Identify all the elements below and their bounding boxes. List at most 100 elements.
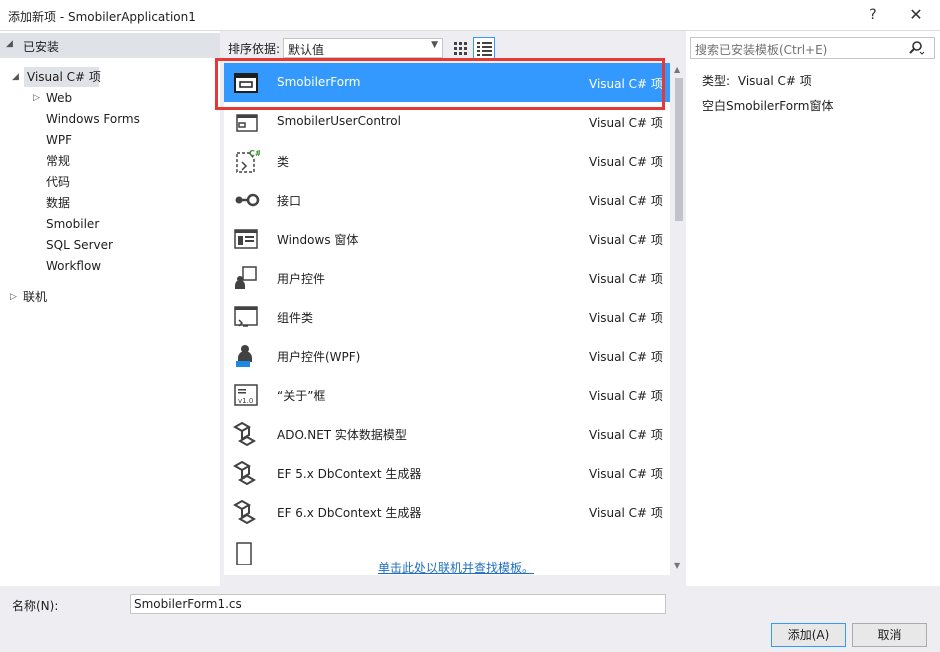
installed-node[interactable]: ◢ 已安装 (0, 33, 220, 58)
grid-view-button[interactable] (449, 37, 471, 59)
template-name: SmobilerUserControl (277, 114, 401, 128)
tree-item-label: 常规 (46, 154, 71, 168)
tree-item-label: Web (46, 91, 73, 105)
template-language: Visual C# 项 (589, 272, 663, 286)
template-row[interactable]: 用户控件 Visual C# 项 (224, 258, 670, 297)
template-name: 用户控件(WPF) (277, 350, 361, 364)
tree-item-label: WPF (46, 133, 73, 147)
sort-select[interactable]: 默认值 ▼ (283, 38, 443, 58)
template-language: Visual C# 项 (589, 194, 663, 208)
type-label: 类型: (702, 74, 731, 88)
template-language: Visual C# 项 (589, 155, 663, 169)
data-model-icon (232, 499, 257, 525)
tree-item-label: SQL Server (46, 238, 113, 252)
tree-item-general[interactable]: 常规 (46, 151, 70, 171)
search-icon[interactable] (907, 40, 925, 59)
template-panel: 排序依据: 默认值 ▼ SmobilerForm Visual C# 项 Smo… (215, 31, 686, 586)
tree-item-label: Visual C# 项 (27, 70, 101, 84)
scrollbar-thumb[interactable] (675, 78, 683, 221)
template-name: SmobilerForm (277, 75, 361, 89)
template-name: ADO.NET 实体数据模型 (277, 428, 407, 442)
template-name: Windows 窗体 (277, 233, 359, 247)
scroll-down-icon[interactable]: ▼ (674, 561, 680, 570)
tree-item-label: Workflow (46, 259, 102, 273)
template-name: “关于”框 (277, 389, 326, 403)
tree-item-code[interactable]: 代码 (46, 172, 70, 192)
template-row[interactable]: SmobilerUserControl Visual C# 项 (224, 102, 670, 141)
template-name: 组件类 (277, 311, 314, 325)
collapse-arrow-icon[interactable]: ◢ (12, 67, 19, 87)
tree-item-visual-csharp[interactable]: Visual C# 项 (24, 67, 101, 87)
template-name: 用户控件 (277, 272, 326, 286)
tree-item-sql-server[interactable]: SQL Server (46, 235, 113, 255)
windows-form-icon (234, 229, 258, 249)
tree-item-wpf[interactable]: WPF (46, 130, 72, 150)
dropdown-caret-icon: ▼ (431, 40, 438, 50)
template-row[interactable]: 接口 Visual C# 项 (224, 180, 670, 219)
list-view-button[interactable] (473, 37, 495, 59)
grid-view-icon (454, 42, 467, 55)
cancel-button[interactable]: 取消 (852, 623, 927, 647)
tree-item-label: 代码 (46, 175, 71, 189)
class-icon: C# (236, 149, 260, 173)
tree-item-label: 数据 (46, 196, 71, 210)
template-language: Visual C# 项 (589, 350, 663, 364)
add-button[interactable]: 添加(A) (771, 623, 846, 647)
tree-item-label: Smobiler (46, 217, 100, 231)
data-model-icon (232, 460, 257, 486)
online-templates-link[interactable]: 单击此处以联机并查找模板。 (378, 559, 534, 576)
template-language: Visual C# 项 (589, 467, 663, 481)
template-row[interactable]: v1.0 “关于”框 Visual C# 项 (224, 375, 670, 414)
template-row[interactable]: EF 5.x DbContext 生成器 Visual C# 项 (224, 453, 670, 492)
search-placeholder: 搜索已安装模板(Ctrl+E) (695, 43, 828, 57)
wpf-user-control-icon (236, 345, 252, 367)
help-button[interactable]: ? (860, 4, 886, 26)
name-label: 名称(N): (12, 599, 59, 613)
title-bar: 添加新项 - SmobilerApplication1 ? ✕ (0, 0, 940, 31)
sort-label: 排序依据: (228, 42, 281, 56)
sort-bar: 排序依据: 默认值 ▼ (220, 31, 686, 63)
template-language: Visual C# 项 (589, 233, 663, 247)
about-box-icon: v1.0 (234, 384, 258, 406)
template-language: Visual C# 项 (589, 116, 663, 130)
template-row[interactable]: EF 6.x DbContext 生成器 Visual C# 项 (224, 492, 670, 531)
search-input[interactable]: 搜索已安装模板(Ctrl+E) (690, 37, 935, 59)
tree-item-smobiler[interactable]: Smobiler (46, 214, 99, 234)
svg-text:v1.0: v1.0 (238, 397, 253, 405)
template-name: EF 5.x DbContext 生成器 (277, 467, 422, 481)
tree-item-data[interactable]: 数据 (46, 193, 70, 213)
template-row[interactable]: C# 类 Visual C# 项 (224, 141, 670, 180)
close-button[interactable]: ✕ (903, 4, 929, 26)
window-title: 添加新项 - SmobilerApplication1 (8, 10, 196, 24)
template-name: EF 6.x DbContext 生成器 (277, 506, 422, 520)
tree-item-online[interactable]: 联机 (23, 287, 47, 307)
name-field[interactable]: SmobilerForm1.cs (130, 594, 666, 614)
template-language: Visual C# 项 (589, 77, 663, 91)
interface-icon (235, 193, 260, 207)
template-type: 类型: Visual C# 项 (702, 72, 812, 89)
tree-item-web[interactable]: Web (46, 88, 72, 108)
tree-item-windows-forms[interactable]: Windows Forms (46, 109, 140, 129)
file-icon (236, 542, 252, 565)
form-window-icon (234, 73, 258, 93)
scroll-up-icon[interactable]: ▲ (674, 65, 680, 74)
expand-arrow-icon[interactable]: ▷ (33, 88, 40, 108)
template-row[interactable]: 用户控件(WPF) Visual C# 项 (224, 336, 670, 375)
template-row[interactable]: Windows 窗体 Visual C# 项 (224, 219, 670, 258)
template-list-scrollbar[interactable]: ▲ ▼ (670, 63, 686, 575)
template-name: 类 (277, 155, 290, 169)
tree-item-label: 联机 (23, 290, 48, 304)
component-class-icon (234, 306, 258, 327)
collapse-arrow-icon[interactable]: ◢ (6, 39, 13, 49)
expand-arrow-icon[interactable]: ▷ (10, 287, 17, 307)
template-language: Visual C# 项 (589, 428, 663, 442)
data-model-icon (232, 421, 257, 447)
template-row[interactable]: SmobilerForm Visual C# 项 (224, 63, 670, 102)
footer: 名称(N): SmobilerForm1.cs 添加(A) 取消 (0, 586, 940, 652)
template-row[interactable]: ADO.NET 实体数据模型 Visual C# 项 (224, 414, 670, 453)
list-view-icon (477, 42, 492, 56)
tree-item-workflow[interactable]: Workflow (46, 256, 101, 276)
user-control-icon (235, 266, 257, 289)
tree-item-label: Windows Forms (46, 112, 140, 126)
template-row[interactable]: 组件类 Visual C# 项 (224, 297, 670, 336)
